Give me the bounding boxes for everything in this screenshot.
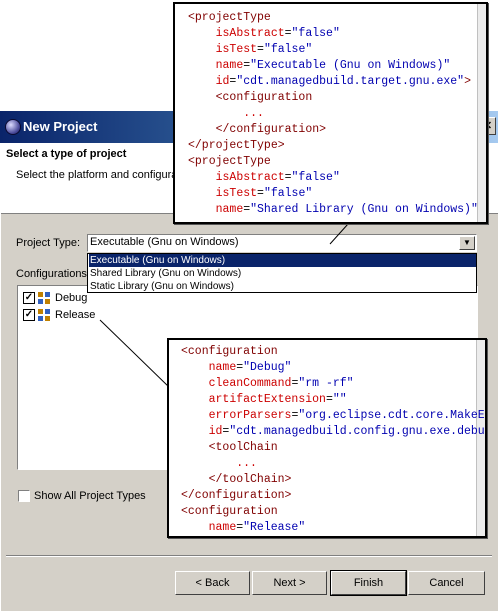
configuration-xml-line: <configuration xyxy=(181,505,278,518)
configuration-xml-line: </configuration> xyxy=(181,489,292,502)
project-type-xml-line: ... xyxy=(243,107,264,120)
callout-scrollbar xyxy=(477,4,486,222)
project-type-xml-line: <projectType xyxy=(188,155,271,168)
project-type-xml-line: isTest="false" xyxy=(215,187,313,200)
project-type-xml-line: </projectType> xyxy=(188,139,285,152)
configuration-xml-line: name="Release" xyxy=(208,521,306,534)
configuration-xml-line: cleanCommand="rm -rf" xyxy=(208,377,354,390)
project-type-xml-line: </configuration> xyxy=(215,123,327,136)
configuration-xml-line: artifactExtension="" xyxy=(208,393,347,406)
project-type-xml-callout: <projectType isAbstract="false" isTest="… xyxy=(173,2,488,224)
project-type-xml-line: isTest="false" xyxy=(215,43,313,56)
callout-pointer-configuration xyxy=(99,319,171,389)
configuration-xml-line: <toolChain xyxy=(208,441,278,454)
project-type-xml-line: name="Shared Library (Gnu on Windows)" xyxy=(215,203,478,216)
callout-pointer-project-type xyxy=(329,223,349,245)
project-type-xml-line: <configuration xyxy=(215,91,313,104)
configuration-xml-line: ... xyxy=(236,457,257,470)
project-type-xml-line: isAbstract="false" xyxy=(215,171,340,184)
project-type-xml-line: name="Executable (Gnu on Windows)" xyxy=(215,59,451,72)
project-type-xml-line: isAbstract="false" xyxy=(215,27,340,40)
configuration-xml-callout: <configuration name="Debug" cleanCommand… xyxy=(167,338,487,538)
configuration-xml-line: id="cdt.managedbuild.config.gnu.exe.debu… xyxy=(208,425,487,438)
configuration-xml-line: errorParsers="org.eclipse.cdt.core.MakeE… xyxy=(208,409,487,422)
configuration-xml-line: <configuration xyxy=(181,345,278,358)
project-type-xml-line: <projectType xyxy=(188,11,271,24)
configuration-xml-line: </toolChain> xyxy=(208,473,292,486)
configuration-xml-line: name="Debug" xyxy=(208,361,292,374)
project-type-xml-line: id="cdt.managedbuild.target.gnu.exe"> xyxy=(215,75,471,88)
